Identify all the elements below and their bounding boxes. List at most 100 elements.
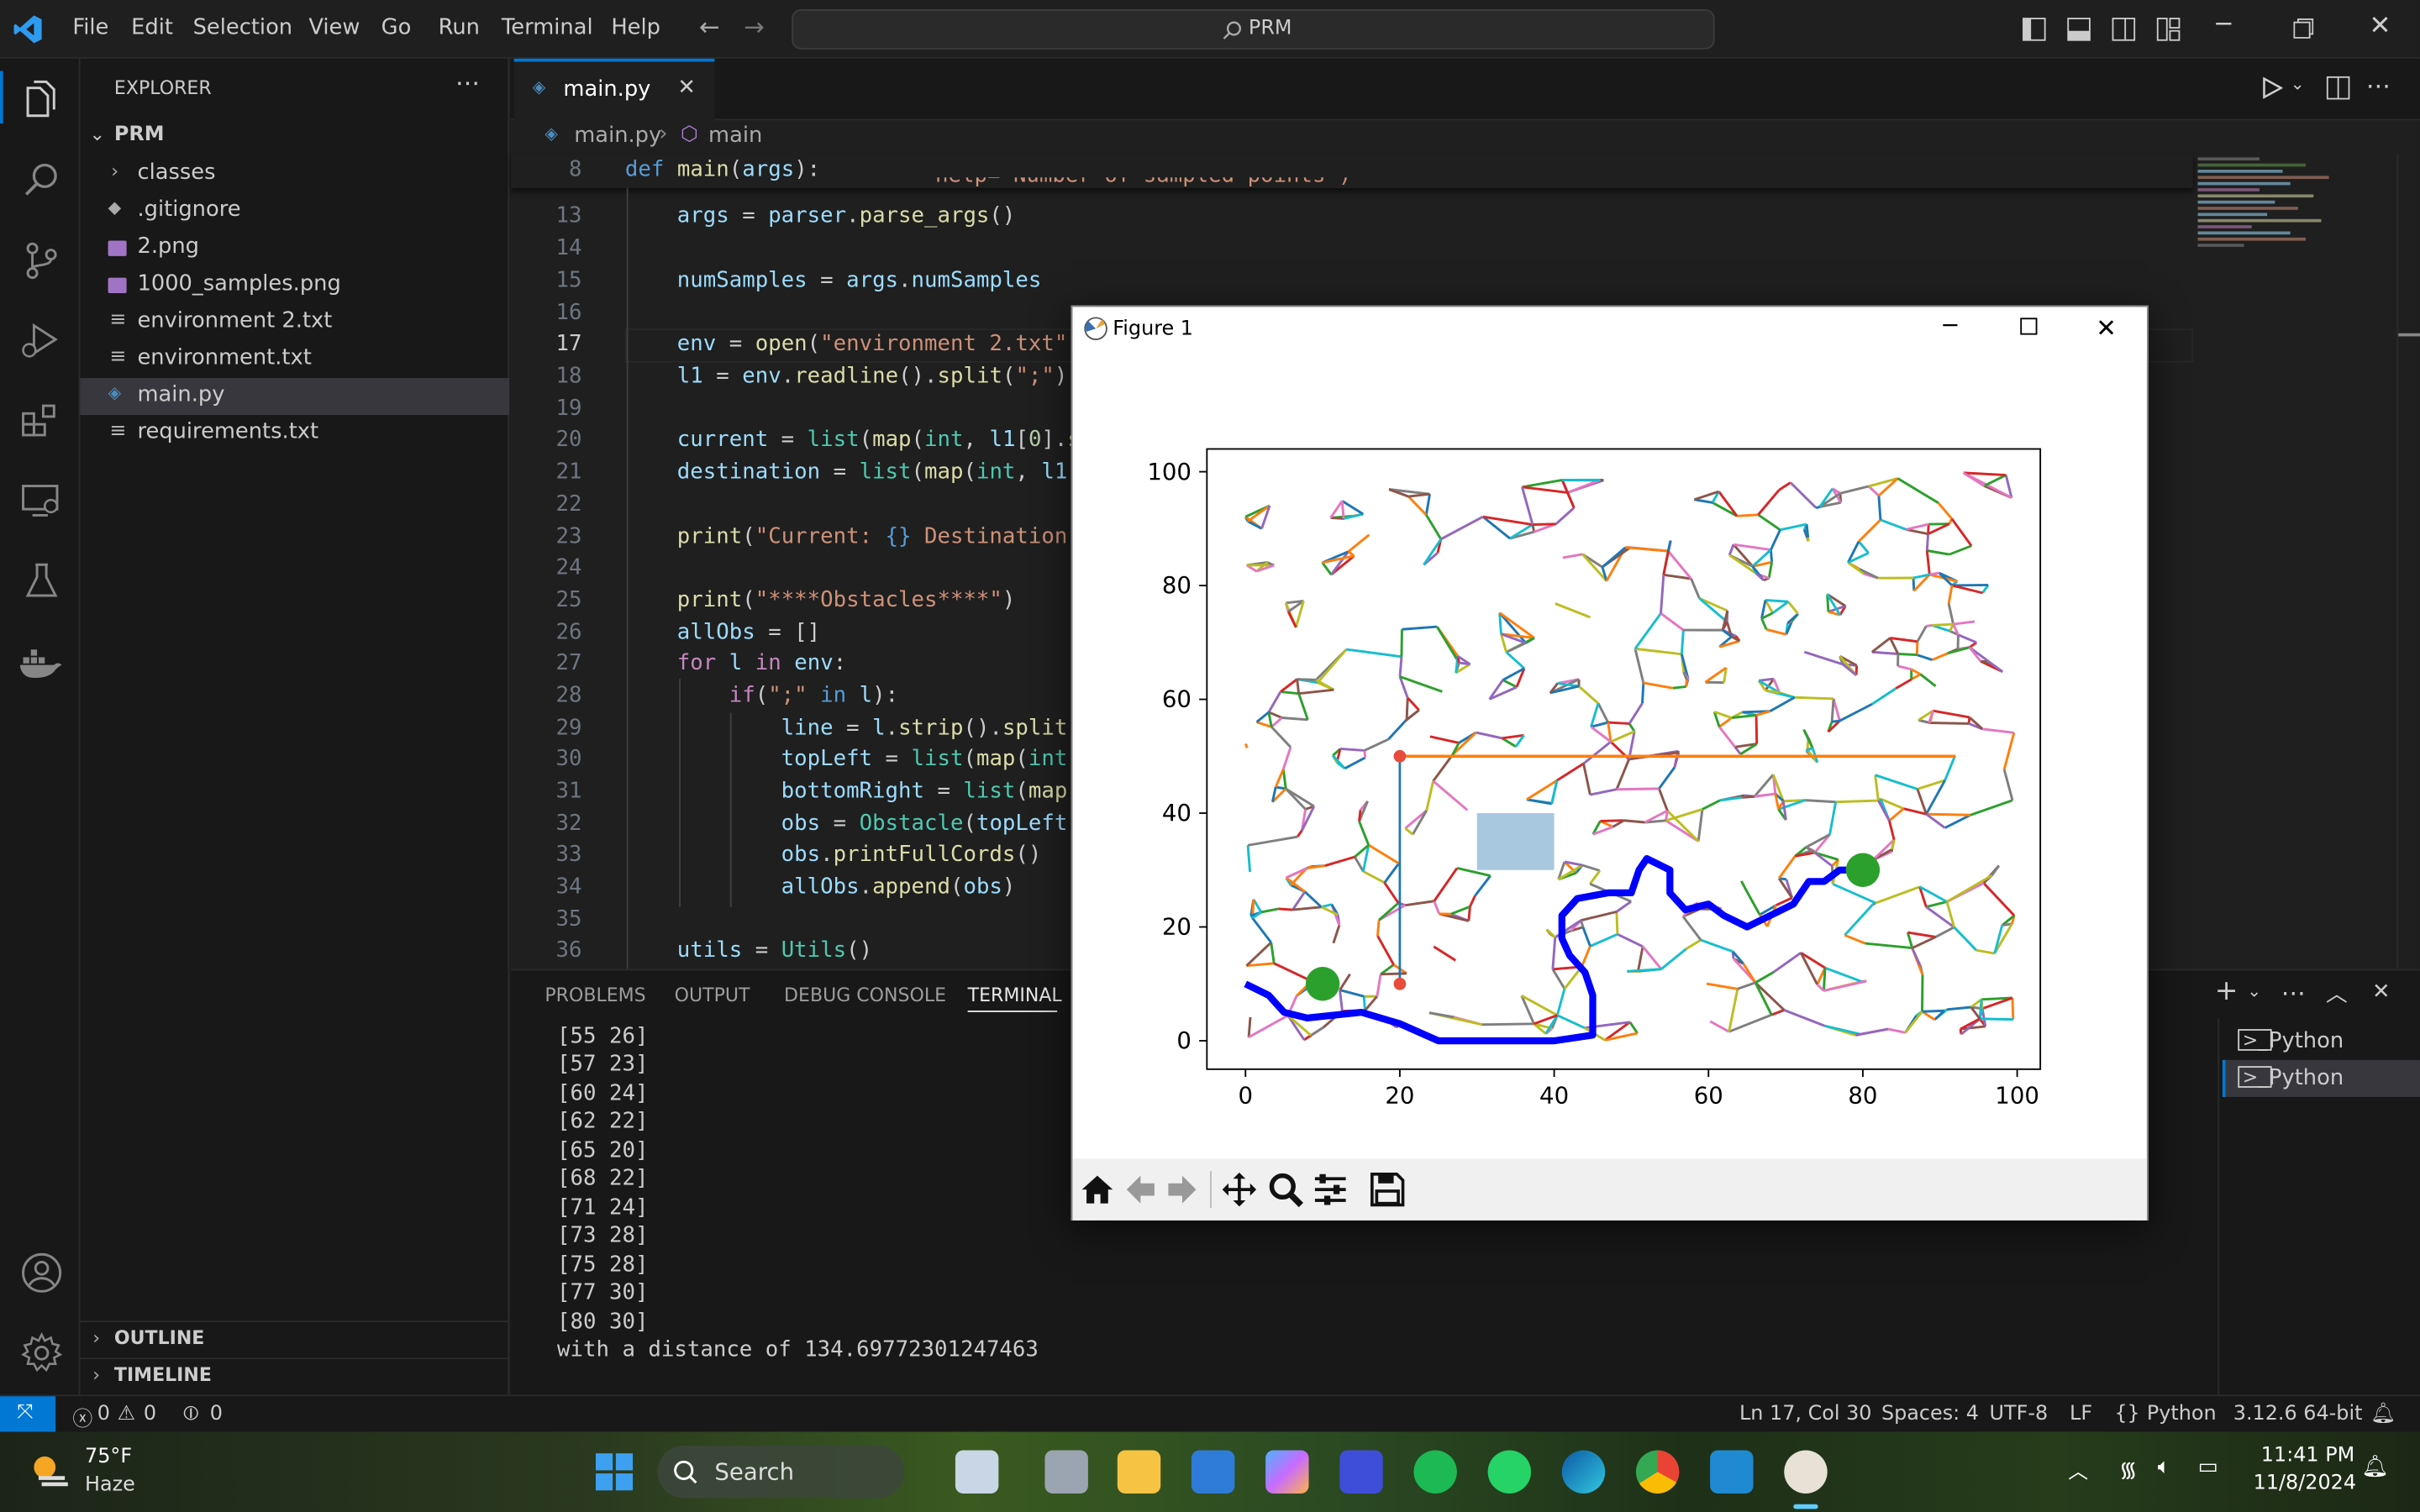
vscode-taskbar-icon[interactable]	[1710, 1450, 1754, 1494]
run-debug-icon[interactable]	[18, 321, 61, 361]
new-terminal-icon[interactable]: +	[2215, 975, 2238, 1008]
figure-title-bar[interactable]: Figure 1 ─ ✕	[1072, 307, 2147, 354]
zoom-icon[interactable]	[1267, 1171, 1304, 1208]
run-python-file-icon[interactable]	[2261, 76, 2283, 99]
menu-help[interactable]: Help	[611, 15, 660, 39]
copilot-icon[interactable]	[1265, 1450, 1309, 1494]
language-mode[interactable]: Python	[2147, 1403, 2217, 1426]
remote-indicator[interactable]: ⤧	[0, 1396, 56, 1434]
restore-icon[interactable]	[2293, 18, 2314, 39]
error-icon[interactable]: ⓧ	[72, 1403, 92, 1432]
figure-maximize-icon[interactable]	[2020, 318, 2038, 335]
volume-icon[interactable]: 🔈︎	[2158, 1455, 2170, 1479]
editor-scrollbar[interactable]	[2396, 154, 2420, 969]
wifi-icon[interactable]: ᯾	[2119, 1455, 2138, 1484]
toggle-panel-icon[interactable]	[2066, 17, 2091, 41]
python-interpreter[interactable]: 3.12.6 64-bit	[2233, 1403, 2363, 1426]
cursor-position[interactable]: Ln 17, Col 30	[1739, 1403, 1871, 1426]
warning-count[interactable]: 0	[144, 1403, 156, 1426]
clock-date[interactable]: 11/8/2024	[2254, 1472, 2356, 1495]
edge-icon[interactable]	[1561, 1450, 1606, 1494]
toggle-secondary-sidebar-icon[interactable]	[2112, 17, 2136, 41]
panel-tab-output[interactable]: OUTPUT	[675, 984, 750, 1006]
notification-center-icon[interactable]: 🔔︎	[2361, 1455, 2389, 1479]
close-tab-icon[interactable]: ✕	[677, 76, 696, 100]
pan-icon[interactable]	[1221, 1171, 1258, 1208]
forward-icon[interactable]	[1165, 1173, 1199, 1206]
back-arrow-icon[interactable]: ←	[699, 13, 720, 42]
app-icon-1[interactable]	[955, 1450, 999, 1494]
close-panel-icon[interactable]: ✕	[2372, 979, 2391, 1004]
app-icon-ai[interactable]	[1339, 1450, 1383, 1494]
extensions-icon[interactable]	[20, 402, 60, 442]
minimap[interactable]	[2197, 155, 2399, 324]
tree-item-environment[interactable]: ≡ environment.txt	[81, 341, 510, 378]
manage-gear-icon[interactable]	[20, 1331, 63, 1374]
source-control-icon[interactable]	[22, 241, 62, 281]
run-dropdown-icon[interactable]: ⌄	[2291, 74, 2305, 94]
testing-flask-icon[interactable]	[22, 562, 62, 602]
show-hidden-icons-icon[interactable]: ︿	[2068, 1455, 2088, 1484]
warning-icon[interactable]: ⚠	[118, 1403, 135, 1426]
command-center-search[interactable]: PRM	[792, 9, 1715, 50]
end-of-line[interactable]: LF	[2070, 1403, 2092, 1426]
editor-more-icon[interactable]: ⋯	[2366, 71, 2391, 100]
more-actions-icon[interactable]: ⋯	[455, 68, 480, 97]
indentation[interactable]: Spaces: 4	[1881, 1403, 1979, 1426]
file-explorer-icon[interactable]	[1117, 1450, 1161, 1494]
matplotlib-taskbar-icon[interactable]	[1784, 1450, 1828, 1494]
back-icon[interactable]	[1123, 1173, 1157, 1206]
ports-count[interactable]: 0	[210, 1403, 223, 1426]
split-editor-icon[interactable]	[2326, 76, 2350, 100]
tree-item-1000-samples[interactable]: 1000_samples.png	[81, 267, 510, 304]
outline-section[interactable]: › OUTLINE	[81, 1322, 510, 1359]
remote-explorer-icon[interactable]	[20, 481, 63, 522]
forward-arrow-icon[interactable]: →	[744, 13, 765, 42]
tree-item-main-py[interactable]: ◈ main.py	[80, 377, 510, 416]
weather-sun-icon[interactable]	[28, 1447, 74, 1494]
tree-item-gitignore[interactable]: ◆ .gitignore	[81, 193, 510, 230]
spotify-icon[interactable]	[1413, 1450, 1457, 1494]
explorer-files-icon[interactable]	[20, 79, 60, 119]
minimize-icon[interactable]: ─	[2217, 9, 2232, 39]
terminal-list-item-active[interactable]: >_ Python	[2222, 1059, 2420, 1097]
menu-view[interactable]: View	[308, 15, 360, 39]
encoding[interactable]: UTF-8	[1990, 1403, 2049, 1426]
whatsapp-icon[interactable]	[1487, 1450, 1532, 1494]
menu-go[interactable]: Go	[381, 15, 412, 39]
accounts-icon[interactable]	[20, 1252, 63, 1294]
weather-condition[interactable]: Haze	[85, 1473, 135, 1497]
docker-icon[interactable]	[17, 645, 63, 682]
tab-main-py[interactable]: ◈ main.py ✕	[513, 58, 715, 121]
menu-run[interactable]: Run	[439, 15, 480, 39]
language-braces-icon[interactable]: {}	[2114, 1403, 2139, 1426]
notifications-bell-icon[interactable]: 🔔︎	[2370, 1403, 2396, 1426]
maximize-panel-icon[interactable]: ︿	[2326, 978, 2348, 1009]
error-count[interactable]: 0	[97, 1403, 110, 1426]
figure-close-icon[interactable]: ✕	[2096, 313, 2117, 343]
customize-layout-icon[interactable]	[2156, 17, 2181, 41]
terminal-dropdown-icon[interactable]: ⌄	[2247, 981, 2261, 1001]
task-view-icon[interactable]	[1044, 1450, 1088, 1494]
breadcrumb-file[interactable]: main.py	[574, 123, 661, 148]
menu-edit[interactable]: Edit	[131, 15, 173, 39]
figure-window[interactable]: Figure 1 ─ ✕ 0 20 40 60 80 100 0 20 40 60 80 100	[1071, 305, 2149, 1221]
toggle-sidebar-icon[interactable]	[2022, 17, 2046, 41]
home-icon[interactable]	[1081, 1173, 1114, 1206]
folder-prm[interactable]: ⌄ PRM	[81, 118, 510, 155]
configure-subplots-icon[interactable]	[1312, 1173, 1349, 1206]
search-view-icon[interactable]	[22, 160, 62, 201]
tree-item-requirements[interactable]: ≡ requirements.txt	[81, 415, 510, 452]
weather-temperature[interactable]: 75°F	[85, 1446, 132, 1469]
clock-time[interactable]: 11:41 PM	[2261, 1444, 2354, 1467]
taskbar-search-box[interactable]: Search	[657, 1446, 905, 1499]
ports-icon[interactable]: ⦶	[184, 1403, 198, 1426]
figure-minimize-icon[interactable]: ─	[1943, 312, 1957, 339]
battery-icon[interactable]: ▭	[2198, 1455, 2218, 1479]
terminal-list-item[interactable]: >_ Python	[2223, 1025, 2420, 1060]
ms-store-icon[interactable]	[1191, 1450, 1235, 1494]
chrome-icon[interactable]	[1635, 1450, 1680, 1494]
breadcrumb-symbol[interactable]: main	[708, 123, 762, 148]
save-figure-icon[interactable]	[1370, 1172, 1405, 1207]
menu-selection[interactable]: Selection	[193, 15, 293, 39]
